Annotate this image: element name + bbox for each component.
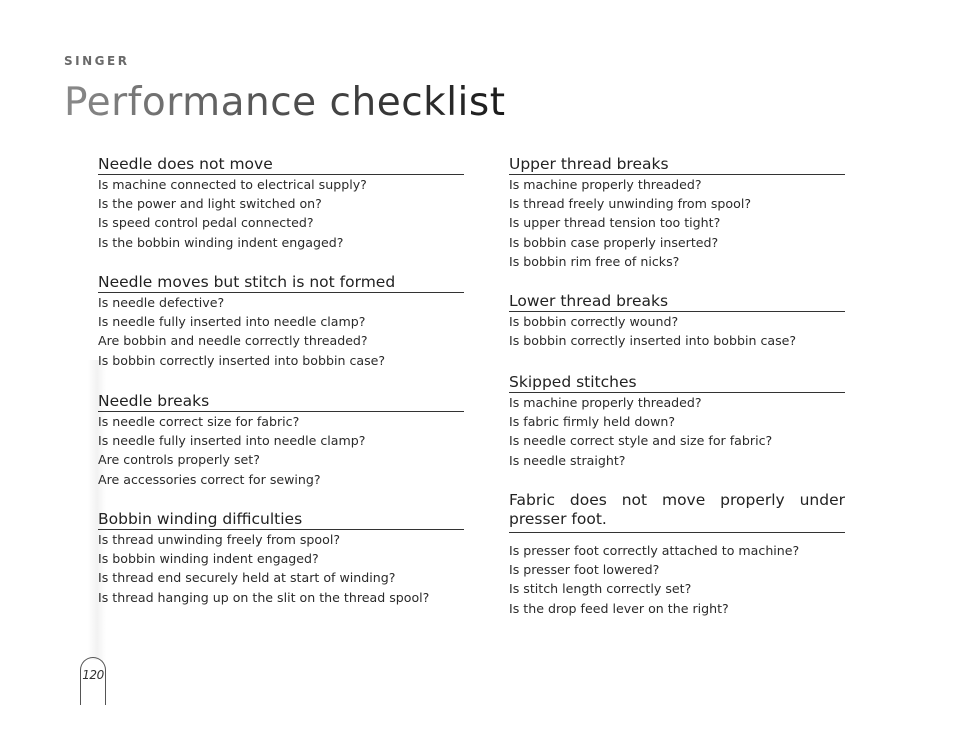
section-heading: Needle breaks — [98, 392, 464, 412]
checklist-item: Is thread unwinding freely from spool? — [98, 532, 341, 547]
checklist-item: Is bobbin correctly inserted into bobbin… — [98, 352, 386, 368]
checklist: Is machine properly threaded? Is thread … — [509, 175, 845, 271]
checklist-item: Is the power and light switched on? — [98, 196, 322, 212]
checklist-item: Is presser foot lowered? — [509, 562, 660, 578]
section-needle-breaks: Needle breaks Is needle correct size for… — [98, 392, 464, 489]
checklist: Is bobbin correctly wound? Is bobbin cor… — [509, 312, 845, 350]
checklist-item: Is fabric firmly held down? — [509, 414, 676, 430]
checklist-item: Is stitch length correctly set? — [509, 581, 692, 597]
checklist-item: Is needle correct size for fabric? — [98, 414, 300, 429]
checklist-item: Is needle fully inserted into needle cla… — [98, 433, 366, 449]
section-bobbin-winding: Bobbin winding difficulties Is thread un… — [98, 510, 464, 607]
checklist-item: Is thread hanging up on the slit on the … — [98, 589, 430, 605]
brand-logo: SINGER — [64, 54, 130, 68]
page-title: Performance checklist — [64, 80, 506, 125]
section-lower-thread-breaks: Lower thread breaks Is bobbin correctly … — [509, 292, 845, 350]
page-number-tab: 120 — [80, 657, 106, 705]
section-fabric-not-moving: Fabric does not move properly under pres… — [509, 491, 845, 618]
section-heading: Needle does not move — [98, 155, 464, 175]
checklist-item: Is presser foot correctly attached to ma… — [509, 543, 800, 558]
checklist-item: Is machine properly threaded? — [509, 177, 702, 192]
section-heading: Bobbin winding difficulties — [98, 510, 464, 530]
checklist-item: Is bobbin correctly wound? — [509, 314, 679, 329]
checklist-item: Is machine properly threaded? — [509, 395, 702, 410]
section-heading: Needle moves but stitch is not formed — [98, 273, 464, 293]
checklist-item: Is bobbin rim free of nicks? — [509, 253, 680, 269]
section-skipped-stitches: Skipped stitches Is machine properly thr… — [509, 373, 845, 470]
section-heading: Fabric does not move properly under pres… — [509, 491, 845, 533]
section-stitch-not-formed: Needle moves but stitch is not formed Is… — [98, 273, 464, 370]
checklist: Is presser foot correctly attached to ma… — [509, 541, 845, 618]
checklist: Is machine connected to electrical suppl… — [98, 175, 464, 252]
checklist-item: Is needle defective? — [98, 295, 225, 310]
checklist-item: Is the bobbin winding indent engaged? — [98, 234, 344, 250]
section-heading: Upper thread breaks — [509, 155, 845, 175]
checklist-item: Is needle straight? — [509, 452, 626, 468]
checklist-item: Is bobbin winding indent engaged? — [98, 551, 319, 567]
checklist-item: Is thread freely unwinding from spool? — [509, 196, 752, 212]
checklist: Is thread unwinding freely from spool? I… — [98, 530, 464, 607]
page-number: 120 — [82, 668, 104, 682]
checklist: Is needle correct size for fabric? Is ne… — [98, 412, 464, 489]
section-heading: Lower thread breaks — [509, 292, 845, 312]
section-needle-does-not-move: Needle does not move Is machine connecte… — [98, 155, 464, 252]
checklist-item: Is bobbin correctly inserted into bobbin… — [509, 333, 797, 349]
checklist-item: Is bobbin case properly inserted? — [509, 234, 719, 250]
section-heading: Skipped stitches — [509, 373, 845, 393]
checklist-item: Is needle fully inserted into needle cla… — [98, 314, 366, 330]
checklist-item: Are accessories correct for sewing? — [98, 471, 321, 487]
checklist-item: Is upper thread tension too tight? — [509, 215, 721, 231]
checklist-item: Is thread end securely held at start of … — [98, 570, 396, 586]
checklist-item: Is the drop feed lever on the right? — [509, 600, 729, 616]
checklist-item: Is speed control pedal connected? — [98, 215, 314, 231]
checklist-item: Are controls properly set? — [98, 452, 260, 468]
checklist: Is machine properly threaded? Is fabric … — [509, 393, 845, 470]
checklist-item: Are bobbin and needle correctly threaded… — [98, 333, 368, 349]
checklist: Is needle defective? Is needle fully ins… — [98, 293, 464, 370]
checklist-item: Is needle correct style and size for fab… — [509, 433, 773, 449]
checklist-item: Is machine connected to electrical suppl… — [98, 177, 367, 192]
section-upper-thread-breaks: Upper thread breaks Is machine properly … — [509, 155, 845, 271]
